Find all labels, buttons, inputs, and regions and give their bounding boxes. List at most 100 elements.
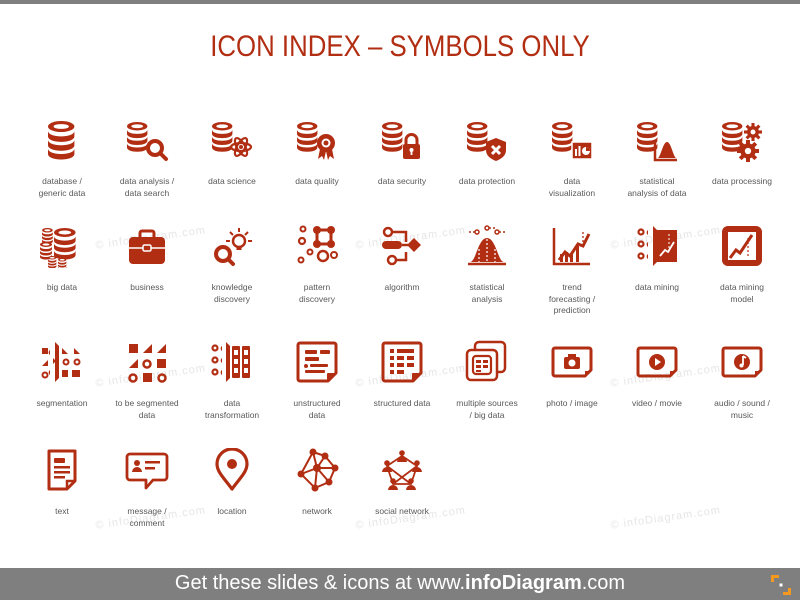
- social-network-icon: [380, 448, 424, 492]
- icon-row: big data business knowledge discovery patte…: [20, 224, 790, 334]
- data-mining-icon: [635, 224, 679, 268]
- message-icon: [125, 448, 169, 492]
- icon-cell: data science: [190, 118, 274, 188]
- footer-brand: infoDiagram: [465, 572, 582, 594]
- photo-icon: [550, 340, 594, 384]
- icon-label: audio / sound / music: [714, 398, 770, 420]
- icon-cell: algorithm: [360, 224, 444, 294]
- pattern-discovery-icon: [295, 224, 339, 268]
- location-pin-icon: [210, 448, 254, 492]
- icon-label: statistical analysis of data: [627, 176, 687, 198]
- icon-cell: data mining: [615, 224, 699, 294]
- icon-label: network: [302, 506, 332, 516]
- data-protection-icon: [465, 118, 509, 162]
- icon-cell: message / comment: [105, 448, 189, 529]
- icon-cell: data processing: [700, 118, 784, 188]
- infodiagram-logo-icon: [771, 575, 791, 595]
- icon-cell: data analysis / data search: [105, 118, 189, 199]
- icon-cell: data security: [360, 118, 444, 188]
- icon-label: big data: [46, 282, 78, 292]
- icon-cell: trend forecasting / prediction: [530, 224, 614, 317]
- data-search-icon: [125, 118, 169, 162]
- icon-row: segmentation to be segmented data data tra…: [20, 340, 790, 450]
- network-icon: [295, 448, 339, 492]
- footer-text[interactable]: Get these slides & icons at www.infoDiag…: [0, 572, 800, 595]
- icon-label: multiple sources / big data: [456, 398, 518, 420]
- structured-data-icon: [380, 340, 424, 384]
- icon-label: photo / image: [546, 398, 598, 408]
- icon-cell: statistical analysis of data: [615, 118, 699, 199]
- icon-label: trend forecasting / prediction: [548, 282, 596, 315]
- icon-row: text message / comment location network soci…: [20, 448, 790, 558]
- icon-label: data quality: [295, 176, 339, 186]
- icon-cell: data visualization: [530, 118, 614, 199]
- trend-chart-icon: [550, 224, 594, 268]
- icon-label: statistical analysis: [469, 282, 505, 304]
- icon-label: data processing: [711, 176, 772, 186]
- bell-curve-icon: [465, 224, 509, 268]
- icon-cell: database / generic data: [20, 118, 104, 199]
- icon-label: database / generic data: [38, 176, 86, 198]
- icon-label: data security: [377, 176, 427, 186]
- data-processing-icon: [720, 118, 764, 162]
- big-data-icon: [40, 224, 84, 268]
- multiple-sources-icon: [465, 340, 509, 384]
- icon-cell: location: [190, 448, 274, 518]
- icon-cell: segmentation: [20, 340, 104, 410]
- icon-cell: big data: [20, 224, 104, 294]
- text-document-icon: [40, 448, 84, 492]
- icon-cell: data protection: [445, 118, 529, 188]
- video-icon: [635, 340, 679, 384]
- icon-cell: social network: [360, 448, 444, 518]
- icon-cell: text: [20, 448, 104, 518]
- icon-label: location: [217, 506, 247, 516]
- audio-icon: [720, 340, 764, 384]
- icon-label: knowledge discovery: [211, 282, 253, 304]
- icon-label: data mining: [635, 282, 679, 292]
- icon-cell: structured data: [360, 340, 444, 410]
- icon-cell: video / movie: [615, 340, 699, 410]
- icon-label: video / movie: [631, 398, 683, 408]
- top-bar: [0, 0, 800, 4]
- icon-label: data science: [208, 176, 256, 186]
- icon-cell: audio / sound / music: [700, 340, 784, 421]
- icon-label: data protection: [458, 176, 516, 186]
- icon-cell: knowledge discovery: [190, 224, 274, 305]
- icon-label: data transformation: [204, 398, 260, 420]
- icon-cell: pattern discovery: [275, 224, 359, 305]
- database-icon: [40, 118, 84, 162]
- icon-row: database / generic data data analysis / …: [20, 118, 790, 228]
- segmentation-icon: [40, 340, 84, 384]
- icon-label: text: [55, 506, 69, 516]
- footer-suffix: .com: [581, 572, 626, 594]
- icon-label: to be segmented data: [115, 398, 179, 420]
- briefcase-icon: [125, 224, 169, 268]
- icon-label: data analysis / data search: [119, 176, 175, 198]
- icon-label: message / comment: [127, 506, 167, 528]
- knowledge-discovery-icon: [210, 224, 254, 268]
- data-quality-icon: [295, 118, 339, 162]
- icon-label: social network: [375, 506, 429, 516]
- algorithm-icon: [380, 224, 424, 268]
- icon-label: algorithm: [384, 282, 420, 292]
- icon-cell: photo / image: [530, 340, 614, 410]
- data-visualization-icon: [550, 118, 594, 162]
- icon-cell: business: [105, 224, 189, 294]
- icon-label: pattern discovery: [299, 282, 335, 304]
- icon-label: business: [130, 282, 164, 292]
- icon-cell: statistical analysis: [445, 224, 529, 305]
- icon-cell: network: [275, 448, 359, 518]
- statistical-analysis-data-icon: [635, 118, 679, 162]
- icon-label: structured data: [373, 398, 431, 408]
- icon-label: data mining model: [720, 282, 764, 304]
- icon-cell: multiple sources / big data: [445, 340, 529, 421]
- page-title: ICON INDEX – SYMBOLS ONLY: [210, 30, 590, 63]
- footer-banner: Get these slides & icons at www.infoDiag…: [0, 568, 800, 600]
- icon-label: segmentation: [36, 398, 88, 408]
- icon-label: data visualization: [548, 176, 596, 198]
- icon-label: unstructured data: [293, 398, 341, 420]
- icon-cell: data mining model: [700, 224, 784, 305]
- icon-cell: unstructured data: [275, 340, 359, 421]
- unstructured-data-icon: [295, 340, 339, 384]
- footer-prefix: Get these slides & icons at www.: [174, 572, 466, 594]
